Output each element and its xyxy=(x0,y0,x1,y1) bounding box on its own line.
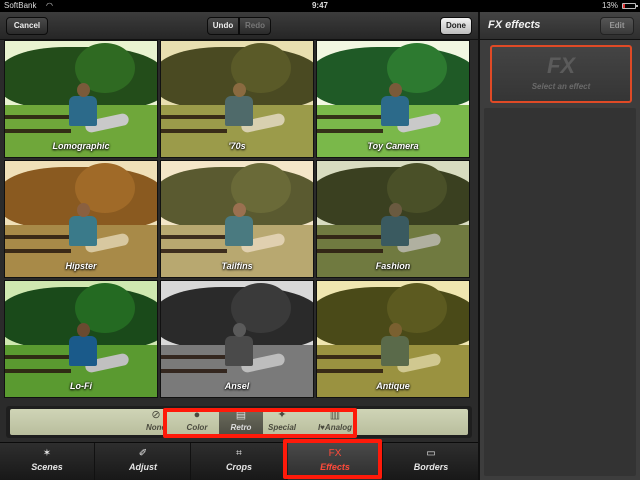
effect-slot-hint: Select an effect xyxy=(531,82,591,91)
effect-label: Ansel xyxy=(224,381,250,391)
effect-thumbnail[interactable]: '70s xyxy=(160,40,314,158)
tab-adjust[interactable]: ✐ Adjust xyxy=(96,443,191,480)
side-panel-header: FX effects Edit xyxy=(480,12,640,40)
effects-tab-highlight-box xyxy=(283,439,382,479)
effect-thumbnail[interactable]: Lomographic xyxy=(4,40,158,158)
effect-thumbnail[interactable]: Ansel xyxy=(160,280,314,398)
effect-thumbnail[interactable]: Tailfins xyxy=(160,160,314,278)
effect-label: Fashion xyxy=(375,261,411,271)
effect-thumbnail[interactable]: Toy Camera xyxy=(316,40,470,158)
top-toolbar: Cancel Undo Redo Done xyxy=(0,12,478,40)
tab-borders[interactable]: ▭ Borders xyxy=(384,443,479,480)
effects-grid: Lomographic '70s Toy Camera Hipster Tailfins… xyxy=(4,40,474,412)
side-panel-body xyxy=(484,108,636,476)
clock: 9:47 xyxy=(311,1,328,10)
crop-icon: ⌗ xyxy=(236,448,242,459)
borders-icon: ▭ xyxy=(426,448,436,459)
effect-thumbnail[interactable]: Hipster xyxy=(4,160,158,278)
effect-label: Lo-Fi xyxy=(70,381,92,391)
done-button[interactable]: Done xyxy=(440,17,472,35)
cancel-button[interactable]: Cancel xyxy=(6,17,48,35)
status-bar: SoftBank ◠ 9:47 13% xyxy=(0,0,640,12)
side-panel-title: FX effects xyxy=(488,19,541,31)
tab-label: Adjust xyxy=(129,462,157,472)
tab-label: Crops xyxy=(225,462,252,472)
tab-crops[interactable]: ⌗ Crops xyxy=(192,443,287,480)
scenes-icon: ✶ xyxy=(42,448,52,459)
effect-label: Hipster xyxy=(65,261,97,271)
effect-slot[interactable]: FX Select an effect xyxy=(490,45,632,103)
effect-label: Tailfins xyxy=(221,261,253,271)
edit-button[interactable]: Edit xyxy=(600,17,634,35)
redo-button[interactable]: Redo xyxy=(239,17,271,35)
effect-thumbnail[interactable]: Antique xyxy=(316,280,470,398)
categories-highlight-box xyxy=(163,408,357,438)
effect-thumbnail[interactable]: Lo-Fi xyxy=(4,280,158,398)
effect-label: Toy Camera xyxy=(367,141,419,151)
fx-logo: FX xyxy=(546,53,576,78)
tab-scenes[interactable]: ✶ Scenes xyxy=(0,443,95,480)
fx-side-panel: FX effects Edit FX Select an effect xyxy=(478,12,640,480)
undo-button[interactable]: Undo xyxy=(207,17,239,35)
effect-thumbnail[interactable]: Fashion xyxy=(316,160,470,278)
tab-label: Borders xyxy=(413,462,449,472)
effect-label: Antique xyxy=(376,381,410,391)
adjust-icon: ✐ xyxy=(138,448,148,459)
tab-label: Scenes xyxy=(31,462,63,472)
battery-icon xyxy=(622,3,638,9)
effect-label: '70s xyxy=(228,141,246,151)
editor-panel: Cancel Undo Redo Done Lomographic '70s Toy… xyxy=(0,12,479,480)
bottom-tab-bar: ✶ Scenes ✐ Adjust ⌗ Crops FX Effects ▭ Borders xyxy=(0,442,479,480)
battery-percent: 13% xyxy=(601,1,618,10)
effect-label: Lomographic xyxy=(52,141,110,151)
